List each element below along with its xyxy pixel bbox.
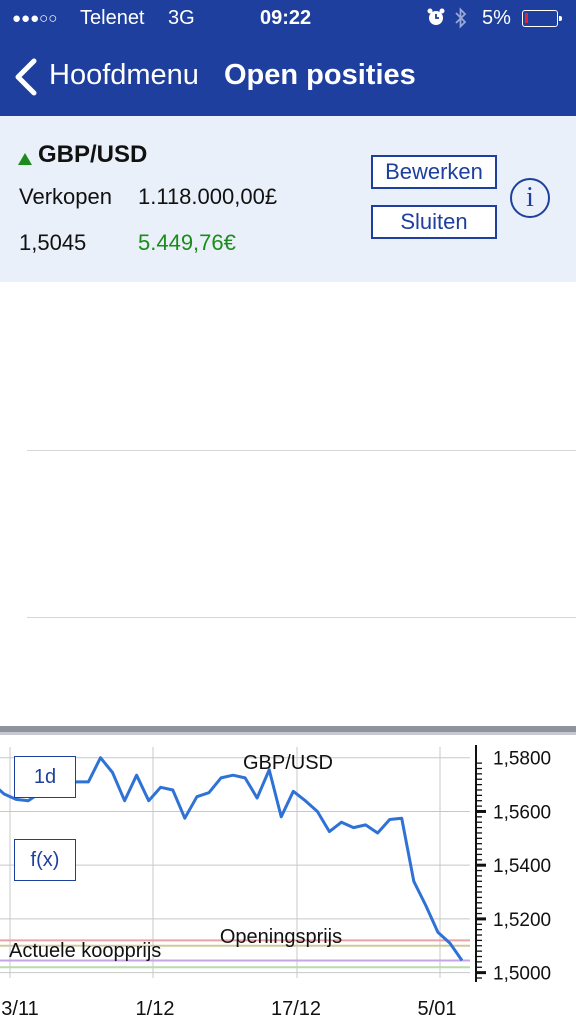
- edit-button[interactable]: Bewerken: [371, 155, 497, 189]
- y-tick-label: 1,5800: [493, 749, 551, 770]
- alarm-icon: [427, 7, 445, 33]
- back-chevron-icon[interactable]: [12, 58, 42, 98]
- battery-icon: [522, 10, 562, 27]
- position-row[interactable]: GBP/USD Verkopen 1.118.000,00£ 1,5045 5.…: [0, 116, 576, 282]
- close-position-button[interactable]: Sluiten: [371, 205, 497, 239]
- open-rate: 1,5045: [19, 230, 87, 255]
- x-tick-label: 1/12: [136, 998, 175, 1020]
- page-title: Open posities: [224, 59, 416, 91]
- position-amount: 1.118.000,00£: [138, 184, 278, 209]
- network-type: 3G: [168, 7, 195, 29]
- battery-percent: 5%: [482, 7, 511, 29]
- y-tick-label: 1,5400: [493, 856, 551, 877]
- y-tick-label: 1,5200: [493, 910, 551, 931]
- y-tick-label: 1,5000: [493, 964, 551, 985]
- carrier-name: Telenet: [80, 7, 145, 29]
- profit-value: 5.449,76€: [138, 230, 236, 255]
- x-tick-label: 17/12: [271, 998, 321, 1020]
- y-tick-label: 1,5600: [493, 802, 551, 823]
- back-button[interactable]: Hoofdmenu: [49, 59, 199, 92]
- clock: 09:22: [260, 7, 312, 29]
- up-triangle-icon: [18, 152, 32, 165]
- current-price-label: Actuele koopprijs: [9, 940, 161, 962]
- list-divider: [27, 450, 576, 451]
- chart-title: GBP/USD: [243, 752, 333, 774]
- status-bar: ●●●○○ Telenet 3G 09:22 5%: [0, 0, 576, 38]
- price-chart[interactable]: 1,5800 1,5600 1,5400 1,5200 1,5000 3/11 1/12 17…: [0, 735, 576, 1024]
- period-button[interactable]: 1d: [14, 756, 76, 798]
- info-icon[interactable]: i: [510, 178, 550, 218]
- bluetooth-icon: [454, 7, 468, 35]
- x-tick-label: 5/01: [418, 998, 457, 1020]
- currency-pair: GBP/USD: [38, 141, 148, 168]
- nav-bar: Hoofdmenu Open posities: [0, 38, 576, 116]
- list-divider: [27, 617, 576, 618]
- x-tick-label: 3/11: [1, 998, 38, 1020]
- function-button[interactable]: f(x): [14, 839, 76, 881]
- position-side: Verkopen: [19, 184, 112, 209]
- chart-svg: 1,5800 1,5600 1,5400 1,5200 1,5000 3/11 1/12 17…: [0, 745, 551, 1020]
- opening-price-label: Openingsprijs: [220, 926, 342, 948]
- signal-strength: ●●●○○: [12, 10, 58, 27]
- chart-separator[interactable]: [0, 726, 576, 735]
